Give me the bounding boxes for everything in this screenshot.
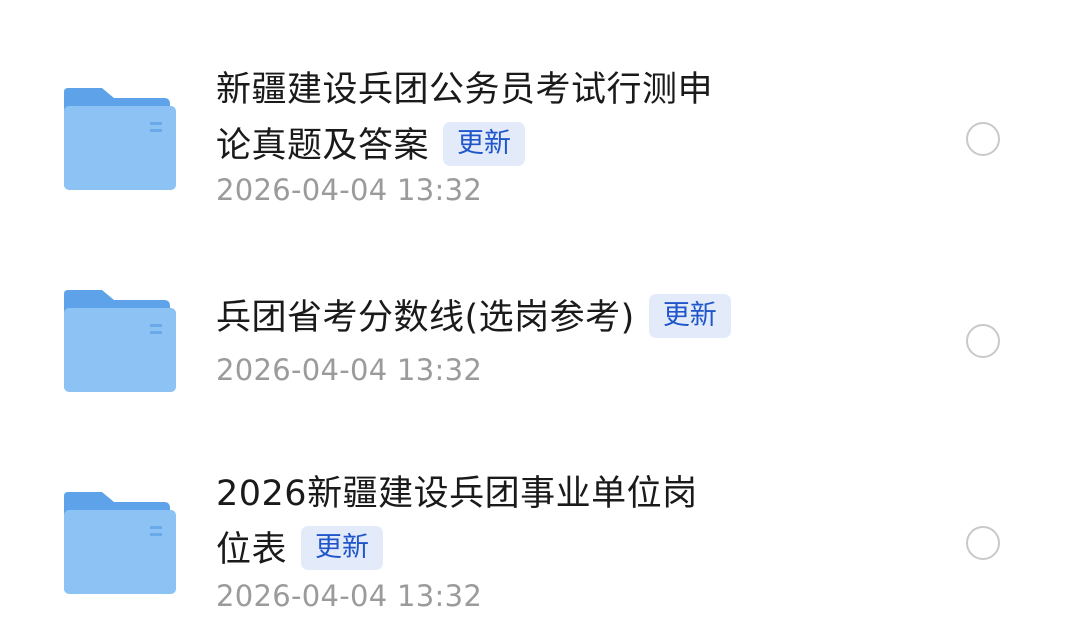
select-radio[interactable]: [966, 526, 1000, 560]
file-title: 2026新疆建设兵团事业单位岗 位表 更新: [216, 466, 776, 578]
file-timestamp: 2026-04-04 13:32: [216, 579, 483, 613]
file-title-text: 论真题及答案: [216, 126, 430, 166]
file-title-line: 新疆建设兵团公务员考试行测申: [216, 70, 714, 110]
file-list: 新疆建设兵团公务员考试行测申 论真题及答案 更新 2026-04-04 13:32…: [0, 0, 1080, 640]
file-title-line: 2026新疆建设兵团事业单位岗: [216, 474, 698, 514]
update-badge: 更新: [301, 526, 384, 570]
file-title-line: 位表 更新: [216, 522, 776, 578]
update-badge: 更新: [648, 294, 731, 338]
file-item[interactable]: 新疆建设兵团公务员考试行测申 论真题及答案 更新 2026-04-04 13:32: [0, 0, 1080, 220]
file-title-line: 论真题及答案 更新: [216, 118, 776, 174]
update-badge: 更新: [443, 122, 526, 166]
file-timestamp: 2026-04-04 13:32: [216, 353, 483, 387]
select-radio[interactable]: [966, 324, 1000, 358]
file-timestamp: 2026-04-04 13:32: [216, 173, 483, 207]
file-item[interactable]: 兵团省考分数线(选岗参考) 更新 2026-04-04 13:32: [0, 220, 1080, 420]
file-title: 新疆建设兵团公务员考试行测申 论真题及答案 更新: [216, 62, 776, 174]
file-title-text: 位表: [216, 530, 288, 570]
file-title: 兵团省考分数线(选岗参考) 更新: [216, 290, 836, 346]
file-title-line: 兵团省考分数线(选岗参考) 更新: [216, 290, 836, 346]
file-title-text: 兵团省考分数线(选岗参考): [216, 298, 635, 338]
file-item[interactable]: 2026新疆建设兵团事业单位岗 位表 更新 2026-04-04 13:32: [0, 420, 1080, 640]
folder-icon: [64, 492, 176, 594]
folder-icon: [64, 290, 176, 392]
select-radio[interactable]: [966, 122, 1000, 156]
folder-icon: [64, 88, 176, 190]
